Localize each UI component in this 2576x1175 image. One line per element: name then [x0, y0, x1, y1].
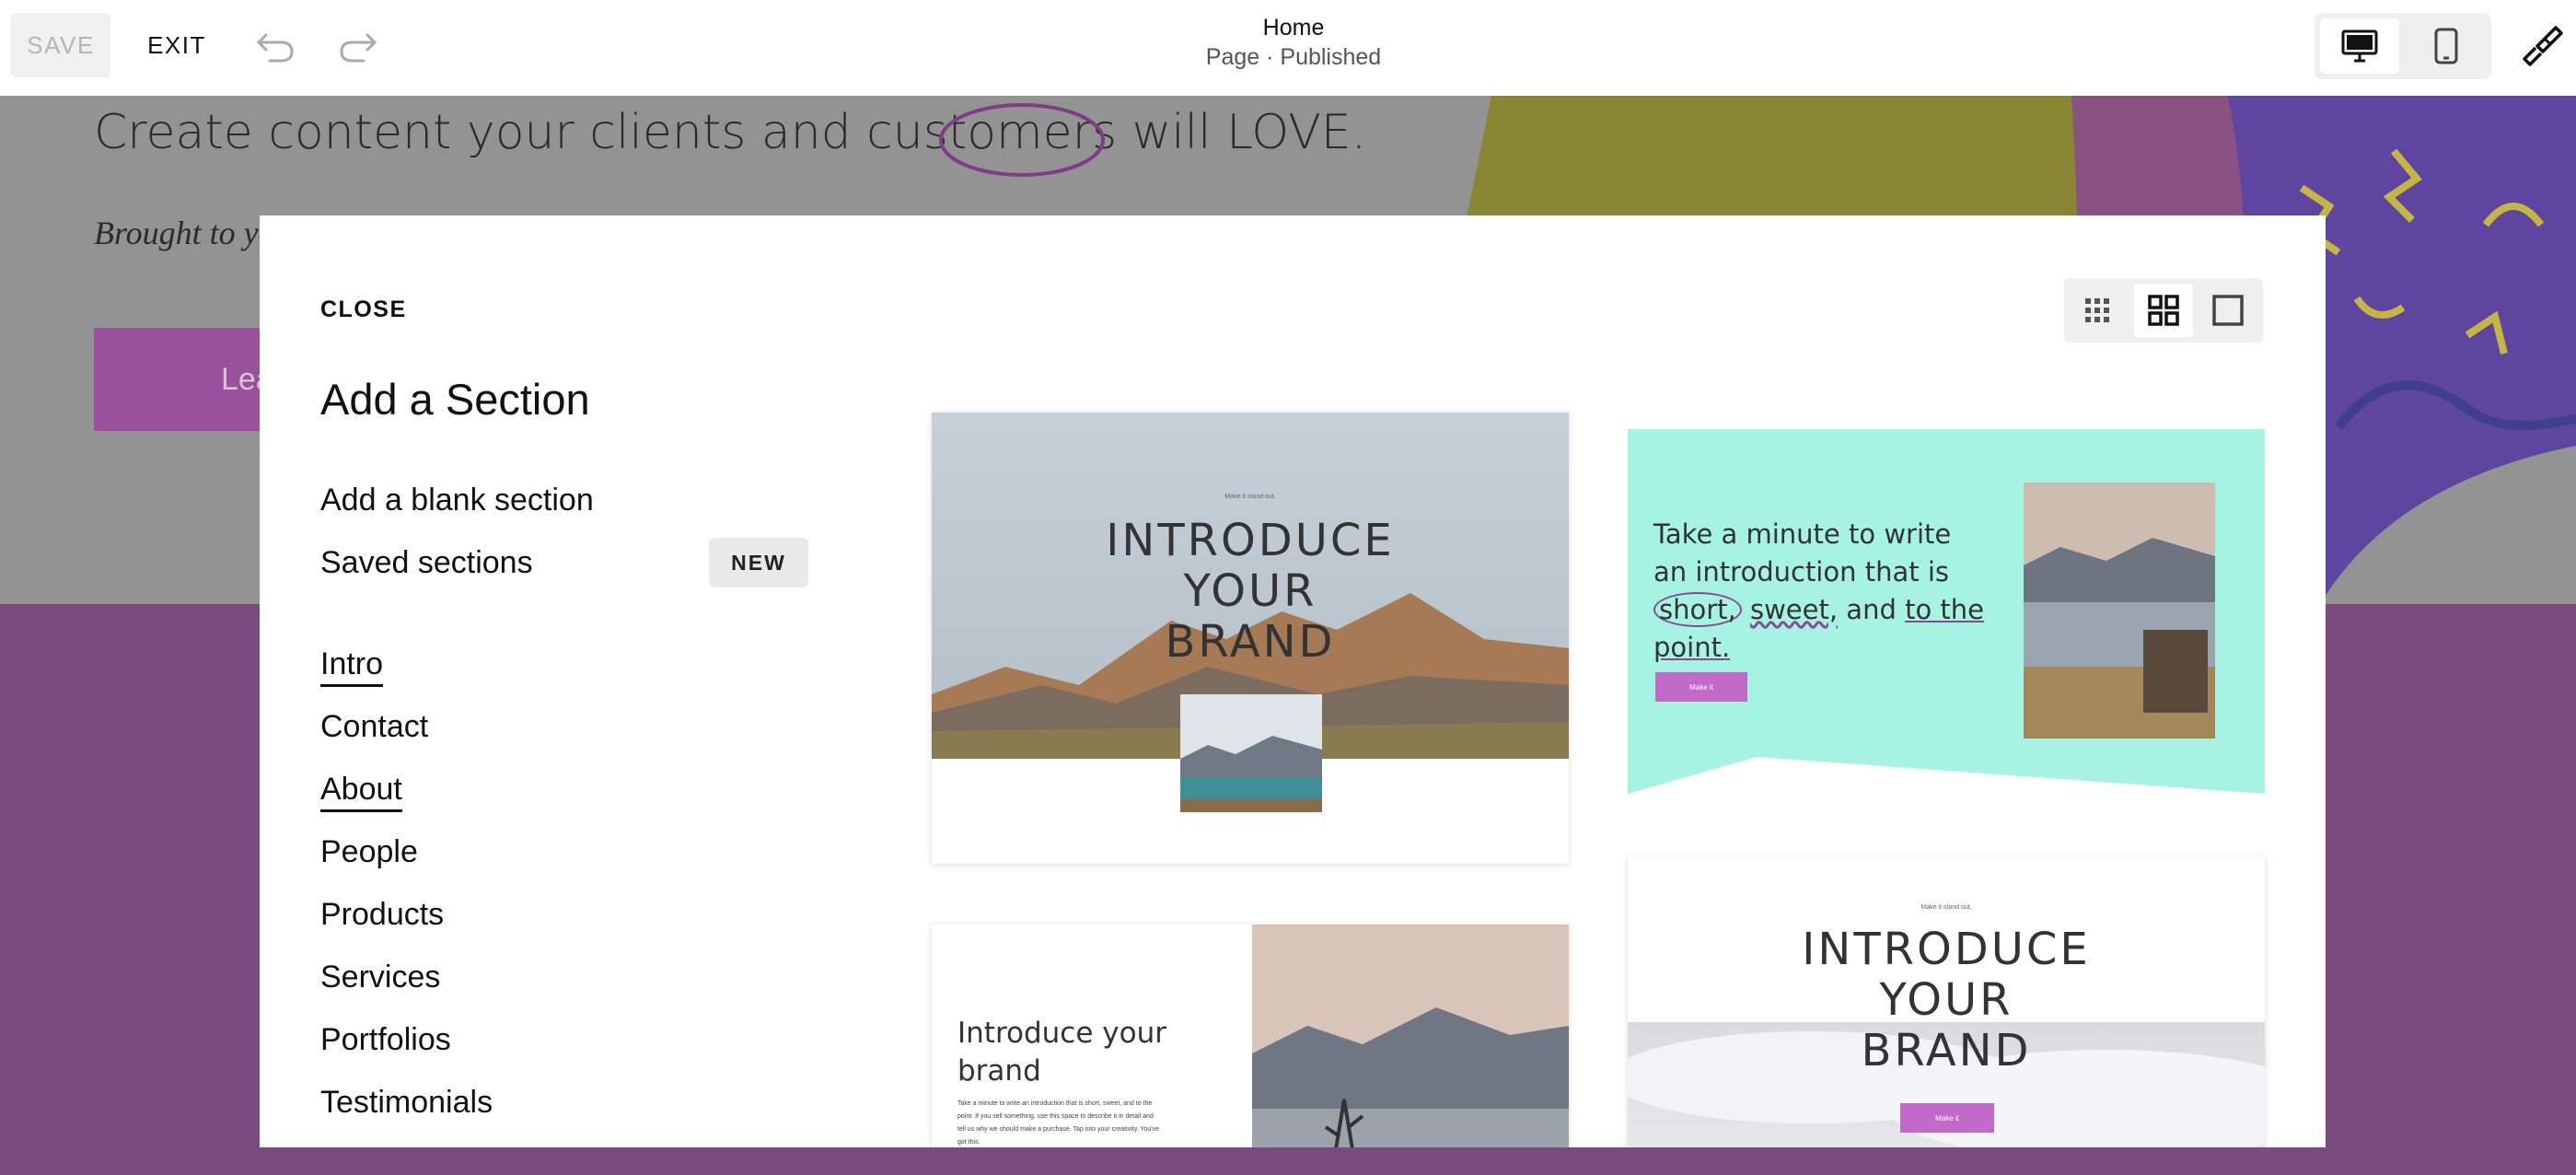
card-title-line: YOUR [1183, 565, 1317, 618]
card-mountain-photo [1252, 925, 1569, 1147]
card-title-line: brand [957, 1054, 1041, 1088]
medium-grid-icon [2148, 295, 2179, 326]
device-toggle [2315, 13, 2491, 79]
card-button: Make it [1655, 672, 1747, 702]
add-blank-section-link[interactable]: Add a blank section [320, 483, 594, 518]
card-text-word: sweet, [1749, 594, 1839, 625]
exit-button[interactable]: EXIT [138, 13, 215, 77]
category-services[interactable]: Services [320, 960, 440, 995]
category-testimonials[interactable]: Testimonials [320, 1085, 493, 1121]
single-column-icon [2212, 295, 2244, 326]
card-text-line: short, sweet, and to the [1654, 591, 1984, 629]
design-brush-icon[interactable] [2519, 22, 2565, 68]
card-lake-photo [2024, 483, 2215, 739]
card-title-line: BRAND [1165, 616, 1336, 669]
save-button[interactable]: SAVE [11, 13, 110, 77]
card-lake-image [1180, 694, 1322, 812]
saved-sections-link[interactable]: Saved sections [320, 545, 533, 581]
page-title: Home [1262, 15, 1325, 41]
hero-love-circle [939, 103, 1105, 177]
card-title-line: INTRODUCE [1106, 515, 1395, 566]
category-portfolios[interactable]: Portfolios [320, 1022, 451, 1058]
close-button[interactable]: CLOSE [320, 297, 407, 323]
mobile-view-button[interactable] [2407, 18, 2486, 74]
editor-toolbar: SAVE EXIT Home Page · Published [0, 0, 2576, 96]
undo-icon[interactable] [253, 24, 299, 66]
template-card-intro-1[interactable]: Make it stand out. INTRODUCE YOUR BRAND [932, 413, 1569, 864]
desktop-icon [2341, 29, 2378, 63]
card-text-word: and [1846, 594, 1897, 625]
card-title-line: Introduce your [957, 1017, 1166, 1050]
page-status: Page · Published [1205, 44, 1382, 70]
template-card-intro-4[interactable]: Make it stand out. INTRODUCE YOUR BRAND … [1628, 856, 2265, 1147]
card-title: INTRODUCE YOUR BRAND [1628, 924, 2265, 1077]
card-body-text: Take a minute to write an introduction t… [1654, 516, 1984, 667]
category-people[interactable]: People [320, 834, 418, 870]
medium-grid-button[interactable] [2134, 284, 2193, 337]
modal-title: Add a Section [320, 375, 590, 424]
card-kicker: Make it stand out. [1224, 494, 1276, 500]
grid-size-toggle [2064, 278, 2263, 343]
add-section-modal: CLOSE Add a Section Add a blank section … [260, 215, 2326, 1147]
card-text-word: short, [1654, 592, 1742, 627]
card-title-line: YOUR [1879, 974, 2013, 1027]
small-grid-button[interactable] [2068, 284, 2127, 337]
card-text-word: to the [1905, 594, 1985, 625]
category-products[interactable]: Products [320, 897, 444, 933]
card-title-line: BRAND [1861, 1025, 2032, 1077]
card-text-line: Take a minute to write [1654, 518, 1952, 550]
card-title: INTRODUCE YOUR BRAND [932, 515, 1569, 669]
card-title-line: INTRODUCE [1802, 924, 2091, 975]
template-card-intro-3[interactable]: Introduce your brand Take a minute to wr… [932, 925, 1569, 1147]
desktop-view-button[interactable] [2320, 18, 2399, 74]
card-text-line: an introduction that is [1654, 556, 1949, 588]
card-text-line: point. [1654, 632, 1731, 663]
redo-icon[interactable] [334, 24, 380, 66]
mobile-icon [2434, 28, 2458, 64]
category-contact[interactable]: Contact [320, 709, 428, 745]
hero-headline: Create content your clients and customer… [94, 105, 1367, 160]
template-card-intro-2[interactable]: Take a minute to write an introduction t… [1628, 429, 2265, 797]
large-grid-button[interactable] [2199, 284, 2257, 337]
card-body-text: Take a minute to write an introduction t… [957, 1100, 1159, 1146]
new-badge: NEW [709, 538, 808, 588]
card-kicker: Make it stand out. [1920, 904, 1972, 911]
small-grid-icon [2085, 298, 2109, 322]
card-button: Make it [1900, 1103, 1994, 1133]
category-intro[interactable]: Intro [320, 646, 384, 687]
category-about[interactable]: About [320, 772, 402, 812]
card-title: Introduce your brand [957, 1015, 1166, 1090]
